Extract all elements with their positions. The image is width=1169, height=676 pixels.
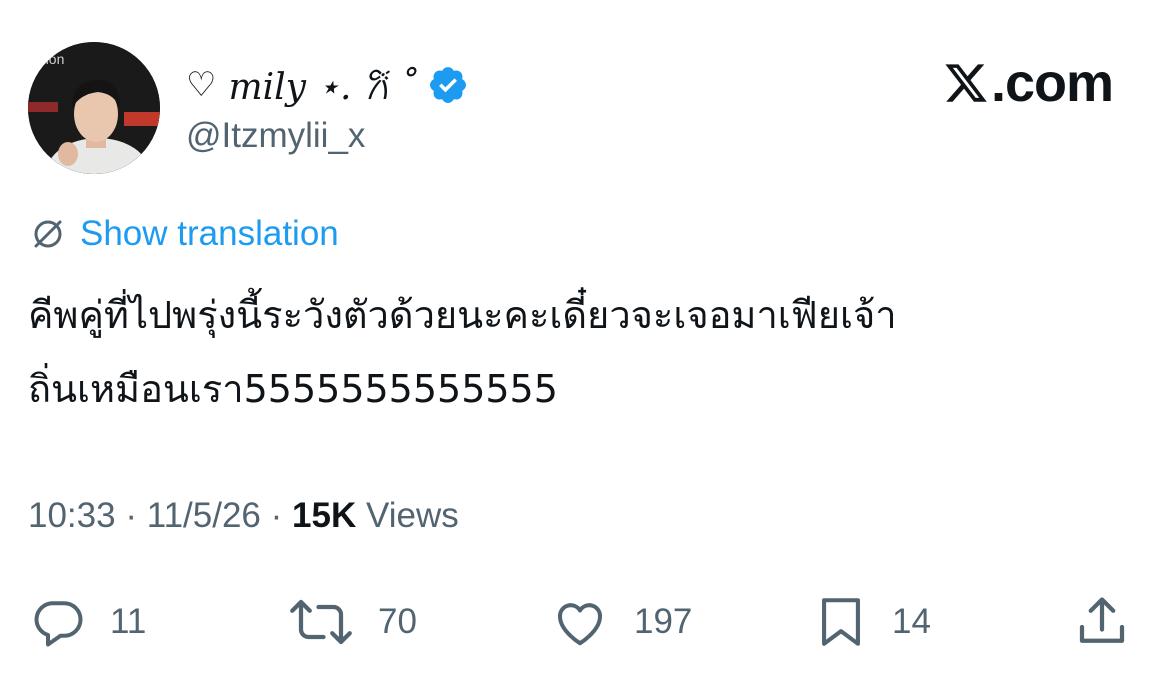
share-button[interactable]: [1072, 590, 1154, 654]
bookmark-count: 14: [892, 602, 931, 641]
show-translation-label: Show translation: [80, 214, 339, 253]
action-bar: 11 70 197 14: [0, 590, 1169, 654]
globe-icon: [34, 220, 62, 248]
reply-icon: [34, 601, 83, 647]
tweet-meta: 10:33 · 11/5/26 · 15K Views: [28, 496, 459, 536]
like-count: 197: [634, 602, 693, 641]
meta-separator: ·: [270, 496, 293, 535]
display-name-text: mily ⋆. 𐙚 ˚: [228, 66, 418, 108]
x-logo: .com: [943, 52, 1114, 114]
bookmark-icon: [822, 598, 860, 646]
repost-icon: [290, 599, 352, 645]
bookmark-button[interactable]: 14: [812, 590, 931, 654]
reply-count: 11: [110, 602, 147, 641]
tweet-text-line-1: คีพคู่ที่ไปพรุ่งนี้ระวังตัวด้วยนะคะเดี๋ย…: [28, 293, 897, 337]
views-label: Views: [365, 496, 459, 535]
like-icon: [558, 603, 602, 646]
reply-button[interactable]: 11: [28, 590, 146, 654]
meta-separator: ·: [125, 496, 147, 535]
tweet-time[interactable]: 10:33: [28, 496, 116, 535]
x-logo-icon: [945, 64, 987, 102]
x-site-suffix: .com: [990, 53, 1114, 113]
show-translation-link[interactable]: Show translation: [30, 214, 339, 254]
avatar[interactable]: chon: [28, 42, 160, 174]
svg-text:chon: chon: [34, 51, 64, 67]
tweet-date[interactable]: 11/5/26: [147, 496, 261, 535]
user-handle[interactable]: @Itzmylii_x: [186, 116, 365, 156]
views-count: 15K: [292, 496, 357, 535]
tweet-text: คีพคู่ที่ไปพรุ่งนี้ระวังตัวด้วยนะคะเดี๋ย…: [28, 278, 1138, 426]
repost-count: 70: [378, 602, 417, 641]
repost-button[interactable]: 70: [286, 590, 417, 654]
share-icon: [1079, 597, 1125, 643]
verified-badge-icon[interactable]: [427, 64, 469, 106]
tweet-text-line-2: ถิ่นเหมือนเรา5555555555555: [28, 367, 558, 411]
heart-icon: ♡: [186, 65, 217, 105]
display-name[interactable]: ♡ mily ⋆. 𐙚 ˚: [186, 58, 469, 112]
like-button[interactable]: 197: [548, 590, 692, 654]
